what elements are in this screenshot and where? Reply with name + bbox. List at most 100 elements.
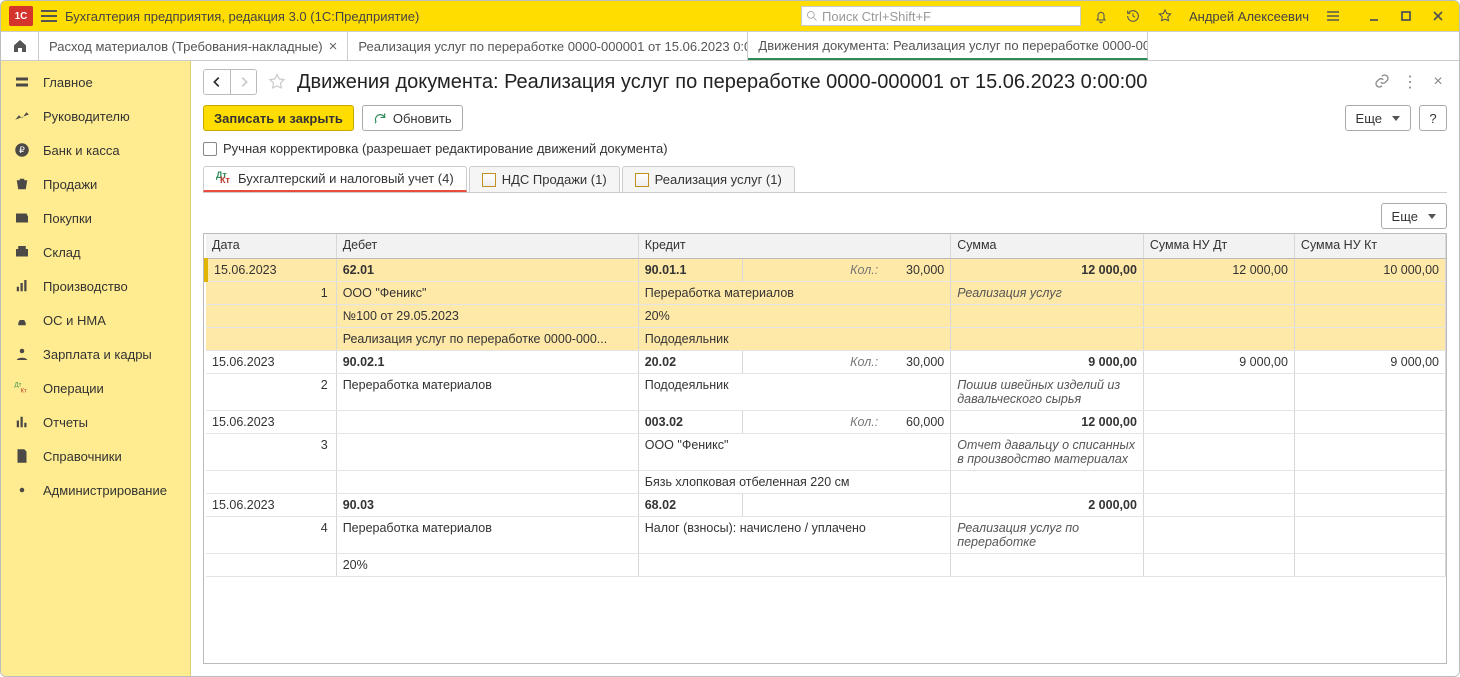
home-tab[interactable] [1, 32, 39, 60]
link-icon[interactable] [1373, 73, 1391, 92]
cell-dt-line: 20% [336, 553, 638, 576]
refresh-button[interactable]: Обновить [362, 105, 463, 131]
table-subrow[interactable]: 3ООО "Феникс"Отчет давальцу о списанных … [206, 433, 1446, 470]
back-button[interactable] [204, 70, 230, 94]
refresh-icon [373, 111, 387, 125]
sidebar-item[interactable]: Покупки [1, 201, 190, 235]
close-page-button[interactable]: × [1429, 73, 1447, 91]
sidebar-item[interactable]: Администрирование [1, 473, 190, 507]
star-icon[interactable] [1153, 4, 1177, 28]
table-row[interactable]: 15.06.202362.0190.01.1Кол.: 30,00012 000… [206, 258, 1446, 281]
app-tab[interactable]: Движения документа: Реализация услуг по … [748, 32, 1148, 60]
help-button[interactable]: ? [1419, 105, 1447, 131]
cell-comment: Пошив швейных изделий из давальческого с… [951, 373, 1144, 410]
cell-rownum: 2 [206, 373, 336, 410]
table-subrow[interactable]: 4Переработка материаловНалог (взносы): н… [206, 516, 1446, 553]
kebab-icon[interactable]: ⋮ [1401, 72, 1419, 92]
history-icon[interactable] [1121, 4, 1145, 28]
cell-kt-line: Пододеяльник [638, 373, 950, 410]
tab-close-icon[interactable]: × [329, 38, 338, 55]
main-content: Движения документа: Реализация услуг по … [191, 61, 1459, 676]
sidebar-item[interactable]: ₽Банк и касса [1, 133, 190, 167]
minimize-button[interactable] [1361, 6, 1387, 26]
cell-comment: Реализация услуг [951, 281, 1144, 304]
table-row[interactable]: 15.06.202390.02.120.02Кол.: 30,0009 000,… [206, 350, 1446, 373]
sidebar-item[interactable]: ОС и НМА [1, 303, 190, 337]
doc-icon [482, 173, 496, 187]
col-nu-dt[interactable]: Сумма НУ Дт [1143, 234, 1294, 258]
table-subrow[interactable]: 2Переработка материаловПододеяльникПошив… [206, 373, 1446, 410]
app-tab[interactable]: Реализация услуг по переработке 0000-000… [348, 32, 748, 60]
col-debit[interactable]: Дебет [336, 234, 638, 258]
maximize-button[interactable] [1393, 6, 1419, 26]
forward-button[interactable] [230, 70, 256, 94]
user-menu-icon[interactable] [1321, 4, 1345, 28]
table-subrow[interactable]: 1ООО "Феникс"Переработка материаловРеали… [206, 281, 1446, 304]
cell-dt-line: Реализация услуг по переработке 0000-000… [336, 327, 638, 350]
cell-kt-qty [742, 493, 950, 516]
cell-nu-kt: 9 000,00 [1294, 350, 1445, 373]
cell-dt-acc: 62.01 [336, 258, 638, 281]
cell-dt-acc: 90.03 [336, 493, 638, 516]
table-subrow[interactable]: №100 от 29.05.202320% [206, 304, 1446, 327]
cell-kt-line: Переработка материалов [638, 281, 950, 304]
inner-tab[interactable]: НДС Продажи (1) [469, 166, 620, 192]
more-button[interactable]: Еще [1345, 105, 1411, 131]
user-name[interactable]: Андрей Алексеевич [1185, 9, 1313, 24]
close-window-button[interactable] [1425, 6, 1451, 26]
sidebar-label: Справочники [43, 449, 122, 464]
table-row[interactable]: 15.06.202390.0368.022 000,00 [206, 493, 1446, 516]
sidebar-label: Операции [43, 381, 104, 396]
bell-icon[interactable] [1089, 4, 1113, 28]
cell-dt-line: №100 от 29.05.2023 [336, 304, 638, 327]
search-input[interactable]: Поиск Ctrl+Shift+F [801, 6, 1081, 26]
col-credit[interactable]: Кредит [638, 234, 950, 258]
cell-kt-qty: Кол.: 30,000 [742, 258, 950, 281]
col-date[interactable]: Дата [206, 234, 336, 258]
titlebar: 1C Бухгалтерия предприятия, редакция 3.0… [1, 1, 1459, 31]
sidebar-icon [13, 243, 31, 261]
menu-burger-icon[interactable] [41, 8, 57, 24]
cell-kt-line: ООО "Феникс" [638, 433, 950, 470]
app-tab[interactable]: Расход материалов (Требования-накладные)… [39, 32, 348, 60]
cell-comment [951, 470, 1144, 493]
svg-text:Дт: Дт [15, 383, 22, 389]
tab-label: Движения документа: Реализация услуг по … [758, 38, 1148, 53]
sidebar-item[interactable]: ДтКтОперации [1, 371, 190, 405]
inner-tab[interactable]: Реализация услуг (1) [622, 166, 795, 192]
cell-comment [951, 327, 1144, 350]
manual-correction-checkbox[interactable]: Ручная корректировка (разрешает редактир… [203, 141, 1447, 156]
cell-comment: Отчет давальцу о списанных в производств… [951, 433, 1144, 470]
sidebar-item[interactable]: Производство [1, 269, 190, 303]
sidebar-icon [13, 175, 31, 193]
inner-tab[interactable]: ДтКтБухгалтерский и налоговый учет (4) [203, 166, 467, 192]
table-more-button[interactable]: Еще [1381, 203, 1447, 229]
dtkt-icon: ДтКт [216, 173, 232, 185]
sidebar-item[interactable]: Руководителю [1, 99, 190, 133]
sidebar-icon [13, 311, 31, 329]
tab-label: Расход материалов (Требования-накладные) [49, 39, 323, 54]
favorite-star-icon[interactable] [265, 70, 289, 94]
sidebar-item[interactable]: Зарплата и кадры [1, 337, 190, 371]
col-nu-kt[interactable]: Сумма НУ Кт [1294, 234, 1445, 258]
table-subrow[interactable]: Бязь хлопковая отбеленная 220 см [206, 470, 1446, 493]
cell-dt-line: Переработка материалов [336, 373, 638, 410]
sidebar-label: Производство [43, 279, 128, 294]
table-subrow[interactable]: 20% [206, 553, 1446, 576]
save-close-button[interactable]: Записать и закрыть [203, 105, 354, 131]
tab-label: Реализация услуг по переработке 0000-000… [358, 39, 748, 54]
app-title: Бухгалтерия предприятия, редакция 3.0 (1… [65, 9, 419, 24]
accounting-grid[interactable]: Дата Дебет Кредит Сумма Сумма НУ Дт Сумм… [203, 233, 1447, 664]
col-sum[interactable]: Сумма [951, 234, 1144, 258]
cell-nu-kt [1294, 410, 1445, 433]
sidebar-icon [13, 277, 31, 295]
sidebar-item[interactable]: Продажи [1, 167, 190, 201]
table-row[interactable]: 15.06.2023003.02Кол.: 60,00012 000,00 [206, 410, 1446, 433]
sidebar-label: Отчеты [43, 415, 88, 430]
sidebar-item[interactable]: Склад [1, 235, 190, 269]
sidebar-item[interactable]: Главное [1, 65, 190, 99]
sidebar-item[interactable]: Отчеты [1, 405, 190, 439]
cell-date: 15.06.2023 [206, 350, 336, 373]
table-subrow[interactable]: Реализация услуг по переработке 0000-000… [206, 327, 1446, 350]
sidebar-item[interactable]: Справочники [1, 439, 190, 473]
